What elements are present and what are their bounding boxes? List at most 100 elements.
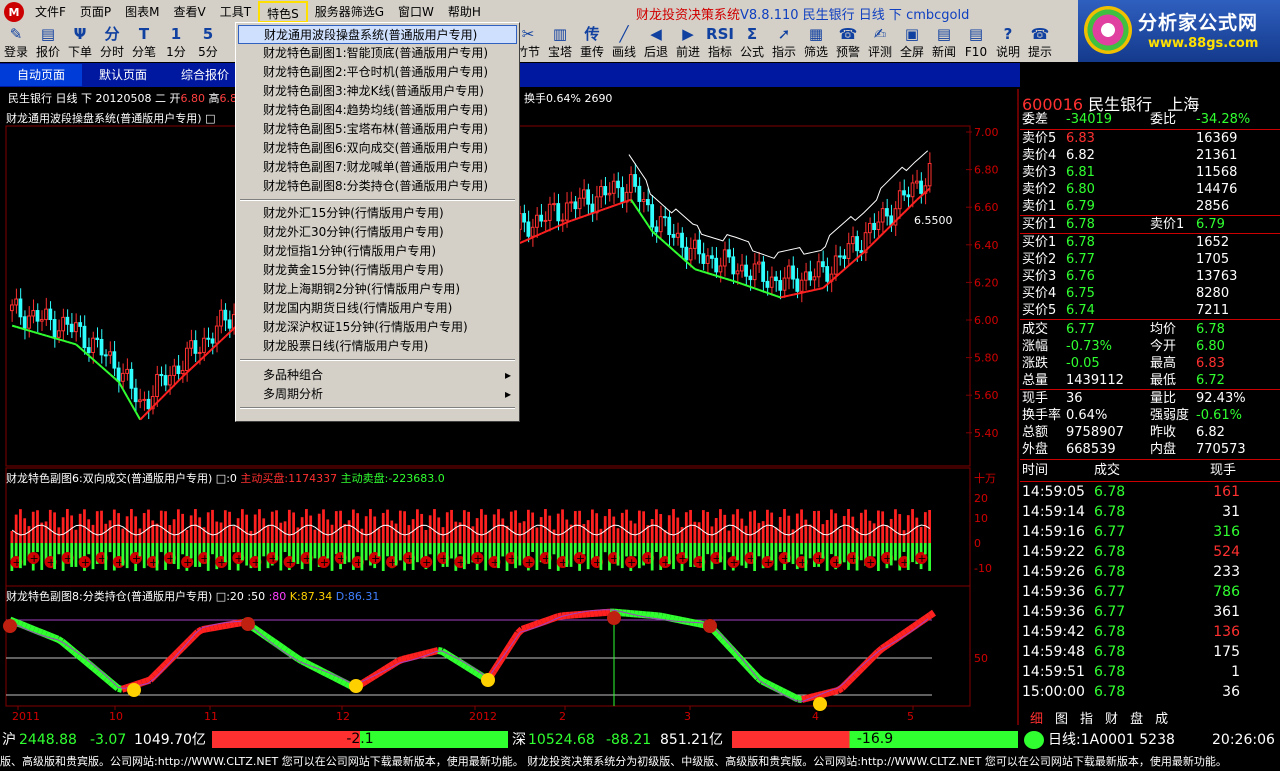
sell-volume-bar bbox=[364, 543, 368, 561]
quote-cell: 均价 bbox=[1150, 322, 1177, 337]
quote-cell: 16369 bbox=[1196, 131, 1238, 146]
position-wave-segment bbox=[396, 656, 404, 665]
sell-volume-bar bbox=[821, 543, 825, 559]
buy-volume-bar bbox=[748, 511, 752, 543]
quote-tab-1[interactable]: 图 bbox=[1055, 708, 1068, 727]
tick-row: 14:59:42 6.78 136 bbox=[1020, 622, 1280, 642]
buy-volume-bar bbox=[206, 512, 210, 543]
dropdown-item[interactable]: 财龙特色副图3:神龙K线(普通版用户专用) bbox=[238, 82, 517, 101]
buy-volume-bar bbox=[23, 518, 27, 543]
tick-time: 15:00:00 bbox=[1022, 684, 1085, 700]
buy-volume-bar bbox=[377, 528, 381, 543]
candle-body bbox=[910, 182, 915, 198]
candle-body bbox=[812, 276, 817, 281]
position-wave-segment bbox=[40, 629, 48, 638]
dropdown-item[interactable]: 财龙特色副图8:分类持仓(普通版用户专用) bbox=[238, 177, 517, 196]
trend-line-segment bbox=[566, 219, 572, 224]
toolbar-label: 提示 bbox=[1027, 45, 1052, 59]
y-tick-sub2: 50 bbox=[974, 652, 988, 665]
sell-volume-bar bbox=[326, 543, 330, 559]
brand-banner: 分析家公式网 www.88gs.com bbox=[1078, 0, 1280, 62]
dropdown-item[interactable]: 财龙外汇30分钟(行情版用户专用) bbox=[238, 223, 517, 242]
buy-volume-bar bbox=[766, 509, 769, 543]
buy-volume-bar bbox=[595, 513, 599, 543]
buy-volume-bar bbox=[364, 516, 368, 543]
quote-cell: 委差 bbox=[1022, 112, 1049, 127]
quote-tab-2[interactable]: 指 bbox=[1080, 708, 1093, 727]
tick-price: 6.77 bbox=[1094, 524, 1126, 540]
quote-panel: 600016 民生银行 上海 委差 -34019 委比 -34.28% 卖价5 6.83 1… bbox=[1020, 89, 1280, 709]
quote-tab-4[interactable]: 盘 bbox=[1130, 708, 1143, 727]
candle-body bbox=[688, 247, 693, 261]
candle-body bbox=[727, 249, 731, 258]
buy-volume-bar bbox=[147, 509, 150, 543]
quote-cell: 1439112 bbox=[1066, 373, 1124, 388]
bid-row: 买价3 6.76 13763 bbox=[1020, 268, 1280, 285]
trend-line-segment bbox=[899, 211, 905, 218]
quote-cell: 6.72 bbox=[1196, 373, 1225, 388]
candle-body bbox=[103, 354, 108, 357]
trend-line-segment bbox=[143, 410, 150, 417]
top-marker-icon bbox=[3, 619, 17, 633]
dropdown-item[interactable]: 财龙黄金15分钟(行情版用户专用) bbox=[238, 261, 517, 280]
buy-volume-bar bbox=[830, 509, 833, 543]
dropdown-item[interactable]: 财龙外汇15分钟(行情版用户专用) bbox=[238, 204, 517, 223]
ask-row: 卖价2 6.80 14476 bbox=[1020, 181, 1280, 198]
buy-volume-bar bbox=[249, 530, 253, 543]
trend-line-segment bbox=[545, 228, 551, 233]
dropdown-item[interactable]: 财龙深沪权证15分钟(行情版用户专用) bbox=[238, 318, 517, 337]
dropdown-item[interactable]: 财龙上海期铜2分钟(行情版用户专用) bbox=[238, 280, 517, 299]
trend-line-segment bbox=[797, 291, 803, 295]
trend-line-segment bbox=[651, 230, 658, 237]
candle-body bbox=[919, 180, 923, 194]
buy-volume-bar bbox=[211, 509, 214, 543]
dropdown-submenu[interactable]: 多周期分析 ▸ bbox=[238, 385, 517, 404]
dropdown-item[interactable]: 财龙特色副图6:双向成交(普通版用户专用) bbox=[238, 139, 517, 158]
sell-volume-bar bbox=[309, 543, 313, 571]
buy-volume-bar bbox=[881, 511, 885, 543]
position-wave-segment bbox=[332, 674, 340, 683]
candle-body bbox=[189, 340, 194, 349]
dropdown-item[interactable]: 财龙通用波段操盘系统(普通版用户专用) bbox=[238, 25, 517, 44]
dropdown-item[interactable]: 财龙特色副图5:宝塔布林(普通版用户专用) bbox=[238, 120, 517, 139]
trend-line-segment bbox=[720, 276, 726, 280]
signal-plus: + bbox=[422, 556, 431, 569]
dropdown-item[interactable]: 财龙国内期货日线(行情版用户专用) bbox=[238, 299, 517, 318]
sell-volume-bar bbox=[719, 543, 722, 563]
dropdown-item[interactable]: 财龙股票日线(行情版用户专用) bbox=[238, 337, 517, 356]
toolbar-button-32[interactable]: ☎ 提示 bbox=[1024, 24, 1056, 62]
trend-line-segment bbox=[716, 274, 722, 279]
sell-volume-bar bbox=[514, 543, 517, 569]
sell-volume-bar bbox=[531, 543, 535, 553]
trend-line-segment bbox=[519, 240, 525, 244]
buy-volume-bar bbox=[851, 516, 855, 543]
candle-body bbox=[667, 216, 672, 236]
buy-volume-bar bbox=[155, 523, 159, 543]
dropdown-item[interactable]: 财龙特色副图7:财龙喊单(普通版用户专用) bbox=[238, 158, 517, 177]
y-tick-main: 7.00 bbox=[974, 126, 999, 139]
position-wave-segment bbox=[233, 619, 239, 628]
candle-body bbox=[705, 255, 710, 264]
quote-tab-3[interactable]: 财 bbox=[1105, 708, 1118, 727]
position-wave-segment bbox=[328, 672, 336, 681]
dropdown-item[interactable]: ____ bbox=[238, 414, 517, 433]
dropdown-item[interactable]: 财龙特色副图2:平仓时机(普通版用户专用) bbox=[238, 63, 517, 82]
quote-tab-5[interactable]: 成 bbox=[1155, 708, 1168, 727]
sell-volume-bar bbox=[548, 543, 552, 570]
quote-tab-0[interactable]: 细 bbox=[1030, 708, 1043, 727]
dropdown-item[interactable]: 财龙恒指1分钟(行情版用户专用) bbox=[238, 242, 517, 261]
dropdown-item[interactable]: 财龙特色副图1:智能顶底(普通版用户专用) bbox=[238, 44, 517, 63]
y-tick-sub1: 十万 bbox=[974, 471, 996, 485]
tick-time: 14:59:16 bbox=[1022, 524, 1085, 540]
position-wave-segment bbox=[409, 653, 415, 661]
candle-body bbox=[180, 370, 185, 375]
dropdown-submenu[interactable]: 多品种组合 ▸ bbox=[238, 366, 517, 385]
candle-body bbox=[701, 253, 706, 264]
candle-body bbox=[10, 304, 14, 312]
dropdown-item[interactable]: 财龙特色副图4:趋势均线(普通版用户专用) bbox=[238, 101, 517, 120]
tip-icon: ☎ bbox=[1030, 25, 1050, 43]
sell-volume-bar bbox=[23, 543, 27, 566]
quote-cell: 6.75 bbox=[1066, 286, 1095, 301]
trend-line-segment bbox=[728, 278, 734, 283]
candle-body bbox=[22, 316, 27, 329]
